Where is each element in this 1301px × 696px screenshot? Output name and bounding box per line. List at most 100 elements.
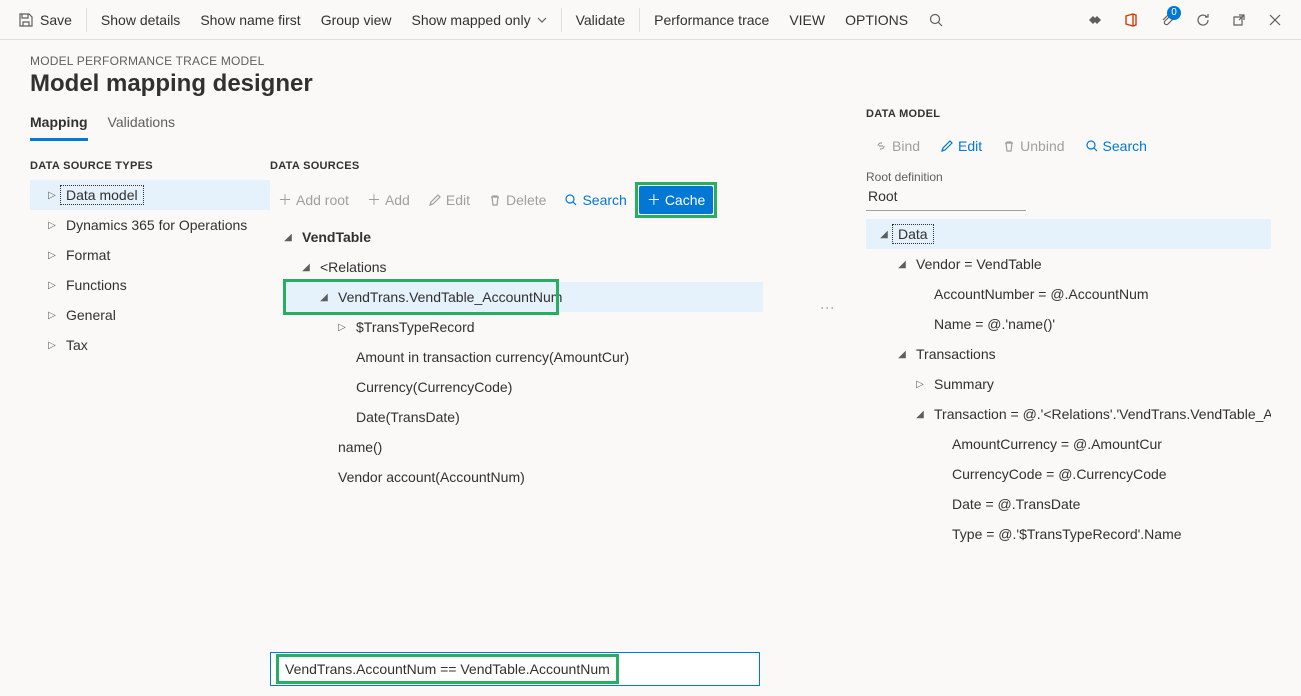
- expander-icon[interactable]: ▷: [44, 250, 60, 261]
- plus-icon: ＋: [278, 190, 292, 210]
- edit-button[interactable]: Edit: [420, 186, 478, 214]
- dm-node-name[interactable]: Name = @.'name()': [866, 309, 1271, 339]
- dm-node-transaction[interactable]: ◢Transaction = @.'<Relations'.'VendTrans…: [866, 399, 1271, 429]
- search-toolbar-button[interactable]: [918, 0, 954, 40]
- validate-button[interactable]: Validate: [566, 0, 636, 40]
- expander-icon[interactable]: ▷: [44, 340, 60, 351]
- dynamics-connector-button[interactable]: [1077, 0, 1113, 40]
- unbind-button[interactable]: Unbind: [994, 132, 1072, 160]
- dm-node-data[interactable]: ◢Data: [866, 219, 1271, 249]
- search-button[interactable]: Search: [556, 186, 634, 214]
- show-name-first-button[interactable]: Show name first: [190, 0, 310, 40]
- ds-node-name[interactable]: name(): [270, 432, 780, 462]
- root-definition-value[interactable]: Root: [866, 184, 1026, 211]
- dm-node-amountcurrency[interactable]: AmountCurrency = @.AmountCur: [866, 429, 1271, 459]
- tab-validations[interactable]: Validations: [108, 108, 175, 141]
- show-mapped-only-dropdown[interactable]: Show mapped only: [402, 0, 557, 40]
- dm-node-transactions[interactable]: ◢Transactions: [866, 339, 1271, 369]
- section-data-source-types: DATA SOURCE TYPES: [30, 160, 270, 172]
- ds-node-vendtrans[interactable]: ◢VendTrans.VendTable_AccountNum: [286, 282, 763, 312]
- expander-icon[interactable]: ▷: [912, 379, 928, 390]
- ds-node-amountcur[interactable]: Amount in transaction currency(AmountCur…: [270, 342, 780, 372]
- expander-icon[interactable]: ◢: [894, 259, 910, 270]
- tab-mapping[interactable]: Mapping: [30, 108, 88, 141]
- dm-edit-button[interactable]: Edit: [932, 132, 990, 160]
- expander-icon[interactable]: ◢: [894, 349, 910, 360]
- expander-icon[interactable]: ▷: [334, 322, 350, 333]
- type-functions[interactable]: ▷Functions: [30, 270, 270, 300]
- separator: [86, 8, 87, 32]
- close-button[interactable]: [1257, 0, 1293, 40]
- badge-count: 0: [1167, 6, 1181, 20]
- expander-icon[interactable]: ▷: [44, 190, 60, 201]
- expander-icon: [930, 499, 946, 510]
- refresh-icon: [1195, 12, 1211, 28]
- refresh-button[interactable]: [1185, 0, 1221, 40]
- dm-node-accountnumber[interactable]: AccountNumber = @.AccountNum: [866, 279, 1271, 309]
- popout-button[interactable]: [1221, 0, 1257, 40]
- bind-button[interactable]: Bind: [866, 132, 928, 160]
- breadcrumb: MODEL PERFORMANCE TRACE MODEL: [30, 54, 1271, 68]
- data-model-toolbar: Bind Edit Unbind Search: [866, 132, 1271, 160]
- save-button[interactable]: Save: [8, 0, 82, 40]
- tab-bar: Mapping Validations: [30, 108, 790, 142]
- search-icon: [1085, 139, 1099, 153]
- options-button[interactable]: OPTIONS: [835, 0, 918, 40]
- section-data-sources: DATA SOURCES: [270, 160, 780, 172]
- delete-button[interactable]: Delete: [480, 186, 554, 214]
- dm-search-button[interactable]: Search: [1077, 132, 1155, 160]
- expander-icon[interactable]: ◢: [280, 232, 296, 243]
- attachments-button[interactable]: 0: [1149, 0, 1185, 40]
- expander-icon: [912, 289, 928, 300]
- show-details-button[interactable]: Show details: [91, 0, 190, 40]
- type-tax[interactable]: ▷Tax: [30, 330, 270, 360]
- save-icon: [18, 12, 34, 28]
- pencil-icon: [428, 193, 442, 207]
- expander-icon: [316, 442, 332, 453]
- ds-node-vendtable[interactable]: ◢VendTable: [270, 222, 780, 252]
- dm-node-transdate[interactable]: Date = @.TransDate: [866, 489, 1271, 519]
- trash-icon: [488, 193, 502, 207]
- dm-node-type[interactable]: Type = @.'$TransTypeRecord'.Name: [866, 519, 1271, 549]
- type-general[interactable]: ▷General: [30, 300, 270, 330]
- add-button[interactable]: ＋Add: [359, 186, 418, 214]
- expander-icon[interactable]: ◢: [298, 262, 314, 273]
- dm-node-currencycode[interactable]: CurrencyCode = @.CurrencyCode: [866, 459, 1271, 489]
- ds-node-transtyperecord[interactable]: ▷$TransTypeRecord: [270, 312, 780, 342]
- ds-node-accountnum[interactable]: Vendor account(AccountNum): [270, 462, 780, 492]
- ds-node-date[interactable]: Date(TransDate): [270, 402, 780, 432]
- data-sources-toolbar: ＋Add root ＋Add Edit Delete Search ＋Cache: [270, 184, 780, 216]
- type-data-model[interactable]: ▷Data model: [30, 180, 270, 210]
- expander-icon[interactable]: ◢: [316, 292, 332, 303]
- group-view-button[interactable]: Group view: [311, 0, 402, 40]
- expander-icon: [334, 412, 350, 423]
- type-d365fo[interactable]: ▷Dynamics 365 for Operations: [30, 210, 270, 240]
- expander-icon[interactable]: ▷: [44, 280, 60, 291]
- cache-button[interactable]: ＋Cache: [639, 186, 713, 214]
- performance-trace-button[interactable]: Performance trace: [644, 0, 779, 40]
- expander-icon[interactable]: ▷: [44, 220, 60, 231]
- dm-node-vendor[interactable]: ◢Vendor = VendTable: [866, 249, 1271, 279]
- expander-icon: [912, 319, 928, 330]
- expander-icon[interactable]: ◢: [876, 229, 892, 240]
- formula-input[interactable]: VendTrans.AccountNum == VendTable.Accoun…: [270, 652, 760, 686]
- expander-icon: [930, 439, 946, 450]
- view-button[interactable]: VIEW: [779, 0, 835, 40]
- connector-icon: [1087, 12, 1103, 28]
- add-root-button[interactable]: ＋Add root: [270, 186, 357, 214]
- close-icon: [1268, 13, 1282, 27]
- type-format[interactable]: ▷Format: [30, 240, 270, 270]
- expander-icon[interactable]: ◢: [912, 409, 928, 420]
- expander-icon: [316, 472, 332, 483]
- splitter-handle[interactable]: ⋮: [820, 301, 836, 315]
- expander-icon[interactable]: ▷: [44, 310, 60, 321]
- office-button[interactable]: [1113, 0, 1149, 40]
- save-label: Save: [40, 12, 72, 28]
- ds-node-relations[interactable]: ◢<Relations: [270, 252, 780, 282]
- separator: [561, 8, 562, 32]
- popout-icon: [1231, 12, 1247, 28]
- dm-node-summary[interactable]: ▷Summary: [866, 369, 1271, 399]
- ds-node-currency[interactable]: Currency(CurrencyCode): [270, 372, 780, 402]
- expander-icon: [930, 529, 946, 540]
- office-icon: [1123, 12, 1139, 28]
